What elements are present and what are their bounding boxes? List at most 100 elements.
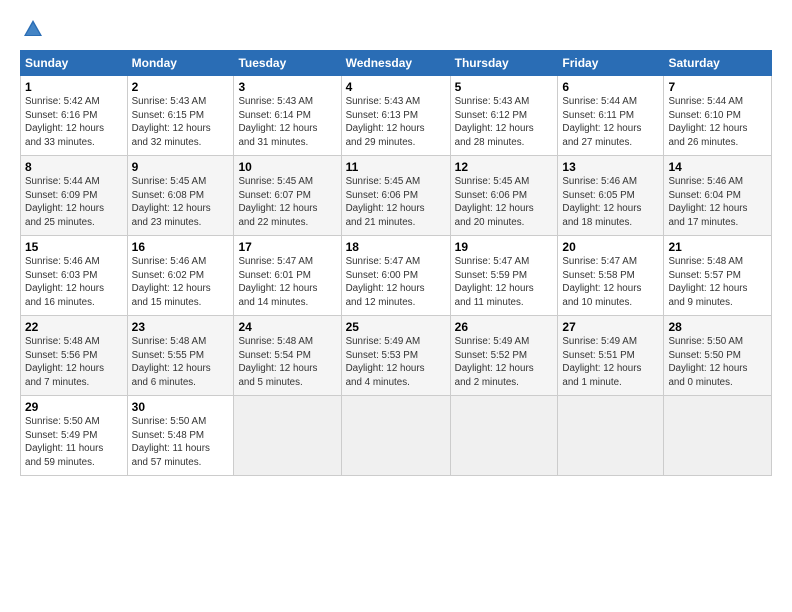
day-number: 2	[132, 80, 230, 94]
day-info: Sunrise: 5:47 AM Sunset: 5:58 PM Dayligh…	[562, 255, 659, 309]
day-info: Sunrise: 5:44 AM Sunset: 6:11 PM Dayligh…	[562, 95, 659, 149]
day-info: Sunrise: 5:49 AM Sunset: 5:51 PM Dayligh…	[562, 335, 659, 389]
day-of-week-header: Saturday	[664, 51, 772, 76]
day-info: Sunrise: 5:48 AM Sunset: 5:55 PM Dayligh…	[132, 335, 230, 389]
day-info: Sunrise: 5:47 AM Sunset: 5:59 PM Dayligh…	[455, 255, 554, 309]
day-info: Sunrise: 5:45 AM Sunset: 6:08 PM Dayligh…	[132, 175, 230, 229]
day-number: 11	[346, 160, 446, 174]
day-number: 30	[132, 400, 230, 414]
calendar-cell: 20Sunrise: 5:47 AM Sunset: 5:58 PM Dayli…	[558, 236, 664, 316]
day-info: Sunrise: 5:45 AM Sunset: 6:07 PM Dayligh…	[238, 175, 336, 229]
day-number: 22	[25, 320, 123, 334]
calendar-week-row: 8Sunrise: 5:44 AM Sunset: 6:09 PM Daylig…	[21, 156, 772, 236]
day-of-week-header: Sunday	[21, 51, 128, 76]
day-info: Sunrise: 5:43 AM Sunset: 6:14 PM Dayligh…	[238, 95, 336, 149]
calendar-cell	[450, 396, 558, 476]
calendar-cell: 28Sunrise: 5:50 AM Sunset: 5:50 PM Dayli…	[664, 316, 772, 396]
day-number: 8	[25, 160, 123, 174]
day-of-week-header: Tuesday	[234, 51, 341, 76]
day-info: Sunrise: 5:48 AM Sunset: 5:57 PM Dayligh…	[668, 255, 767, 309]
calendar-cell: 21Sunrise: 5:48 AM Sunset: 5:57 PM Dayli…	[664, 236, 772, 316]
calendar-week-row: 29Sunrise: 5:50 AM Sunset: 5:49 PM Dayli…	[21, 396, 772, 476]
day-info: Sunrise: 5:48 AM Sunset: 5:56 PM Dayligh…	[25, 335, 123, 389]
day-number: 14	[668, 160, 767, 174]
calendar-cell: 24Sunrise: 5:48 AM Sunset: 5:54 PM Dayli…	[234, 316, 341, 396]
day-number: 25	[346, 320, 446, 334]
calendar-cell: 12Sunrise: 5:45 AM Sunset: 6:06 PM Dayli…	[450, 156, 558, 236]
calendar-cell: 27Sunrise: 5:49 AM Sunset: 5:51 PM Dayli…	[558, 316, 664, 396]
day-number: 3	[238, 80, 336, 94]
calendar-cell: 29Sunrise: 5:50 AM Sunset: 5:49 PM Dayli…	[21, 396, 128, 476]
day-number: 28	[668, 320, 767, 334]
calendar-cell: 3Sunrise: 5:43 AM Sunset: 6:14 PM Daylig…	[234, 76, 341, 156]
calendar-header-row: SundayMondayTuesdayWednesdayThursdayFrid…	[21, 51, 772, 76]
calendar-cell: 8Sunrise: 5:44 AM Sunset: 6:09 PM Daylig…	[21, 156, 128, 236]
calendar-week-row: 15Sunrise: 5:46 AM Sunset: 6:03 PM Dayli…	[21, 236, 772, 316]
calendar-cell	[558, 396, 664, 476]
day-info: Sunrise: 5:47 AM Sunset: 6:01 PM Dayligh…	[238, 255, 336, 309]
day-number: 1	[25, 80, 123, 94]
day-info: Sunrise: 5:43 AM Sunset: 6:13 PM Dayligh…	[346, 95, 446, 149]
day-number: 19	[455, 240, 554, 254]
day-info: Sunrise: 5:50 AM Sunset: 5:49 PM Dayligh…	[25, 415, 123, 469]
day-info: Sunrise: 5:46 AM Sunset: 6:02 PM Dayligh…	[132, 255, 230, 309]
calendar-cell: 9Sunrise: 5:45 AM Sunset: 6:08 PM Daylig…	[127, 156, 234, 236]
day-info: Sunrise: 5:49 AM Sunset: 5:53 PM Dayligh…	[346, 335, 446, 389]
day-number: 26	[455, 320, 554, 334]
calendar-cell: 1Sunrise: 5:42 AM Sunset: 6:16 PM Daylig…	[21, 76, 128, 156]
day-number: 23	[132, 320, 230, 334]
day-number: 17	[238, 240, 336, 254]
calendar-cell: 25Sunrise: 5:49 AM Sunset: 5:53 PM Dayli…	[341, 316, 450, 396]
calendar-cell: 10Sunrise: 5:45 AM Sunset: 6:07 PM Dayli…	[234, 156, 341, 236]
calendar-cell: 4Sunrise: 5:43 AM Sunset: 6:13 PM Daylig…	[341, 76, 450, 156]
day-number: 24	[238, 320, 336, 334]
calendar-page: SundayMondayTuesdayWednesdayThursdayFrid…	[0, 0, 792, 486]
calendar-cell	[341, 396, 450, 476]
calendar-cell: 2Sunrise: 5:43 AM Sunset: 6:15 PM Daylig…	[127, 76, 234, 156]
day-number: 7	[668, 80, 767, 94]
day-of-week-header: Wednesday	[341, 51, 450, 76]
calendar-cell	[234, 396, 341, 476]
calendar-table: SundayMondayTuesdayWednesdayThursdayFrid…	[20, 50, 772, 476]
day-info: Sunrise: 5:50 AM Sunset: 5:50 PM Dayligh…	[668, 335, 767, 389]
day-info: Sunrise: 5:45 AM Sunset: 6:06 PM Dayligh…	[346, 175, 446, 229]
calendar-cell: 18Sunrise: 5:47 AM Sunset: 6:00 PM Dayli…	[341, 236, 450, 316]
calendar-cell: 23Sunrise: 5:48 AM Sunset: 5:55 PM Dayli…	[127, 316, 234, 396]
day-of-week-header: Friday	[558, 51, 664, 76]
calendar-cell: 15Sunrise: 5:46 AM Sunset: 6:03 PM Dayli…	[21, 236, 128, 316]
day-number: 21	[668, 240, 767, 254]
day-number: 16	[132, 240, 230, 254]
day-number: 29	[25, 400, 123, 414]
day-info: Sunrise: 5:42 AM Sunset: 6:16 PM Dayligh…	[25, 95, 123, 149]
calendar-cell: 22Sunrise: 5:48 AM Sunset: 5:56 PM Dayli…	[21, 316, 128, 396]
calendar-cell: 19Sunrise: 5:47 AM Sunset: 5:59 PM Dayli…	[450, 236, 558, 316]
day-number: 5	[455, 80, 554, 94]
day-number: 13	[562, 160, 659, 174]
calendar-cell: 11Sunrise: 5:45 AM Sunset: 6:06 PM Dayli…	[341, 156, 450, 236]
day-of-week-header: Thursday	[450, 51, 558, 76]
day-info: Sunrise: 5:43 AM Sunset: 6:12 PM Dayligh…	[455, 95, 554, 149]
day-of-week-header: Monday	[127, 51, 234, 76]
logo	[20, 18, 44, 40]
calendar-cell: 14Sunrise: 5:46 AM Sunset: 6:04 PM Dayli…	[664, 156, 772, 236]
day-info: Sunrise: 5:50 AM Sunset: 5:48 PM Dayligh…	[132, 415, 230, 469]
day-number: 12	[455, 160, 554, 174]
calendar-cell: 13Sunrise: 5:46 AM Sunset: 6:05 PM Dayli…	[558, 156, 664, 236]
calendar-cell: 5Sunrise: 5:43 AM Sunset: 6:12 PM Daylig…	[450, 76, 558, 156]
calendar-week-row: 1Sunrise: 5:42 AM Sunset: 6:16 PM Daylig…	[21, 76, 772, 156]
logo-icon	[22, 18, 44, 40]
day-number: 20	[562, 240, 659, 254]
day-info: Sunrise: 5:48 AM Sunset: 5:54 PM Dayligh…	[238, 335, 336, 389]
day-number: 15	[25, 240, 123, 254]
day-number: 18	[346, 240, 446, 254]
calendar-week-row: 22Sunrise: 5:48 AM Sunset: 5:56 PM Dayli…	[21, 316, 772, 396]
calendar-cell: 16Sunrise: 5:46 AM Sunset: 6:02 PM Dayli…	[127, 236, 234, 316]
day-info: Sunrise: 5:49 AM Sunset: 5:52 PM Dayligh…	[455, 335, 554, 389]
calendar-cell: 7Sunrise: 5:44 AM Sunset: 6:10 PM Daylig…	[664, 76, 772, 156]
day-info: Sunrise: 5:46 AM Sunset: 6:04 PM Dayligh…	[668, 175, 767, 229]
calendar-cell: 30Sunrise: 5:50 AM Sunset: 5:48 PM Dayli…	[127, 396, 234, 476]
calendar-cell: 6Sunrise: 5:44 AM Sunset: 6:11 PM Daylig…	[558, 76, 664, 156]
day-info: Sunrise: 5:46 AM Sunset: 6:03 PM Dayligh…	[25, 255, 123, 309]
calendar-cell: 26Sunrise: 5:49 AM Sunset: 5:52 PM Dayli…	[450, 316, 558, 396]
calendar-cell: 17Sunrise: 5:47 AM Sunset: 6:01 PM Dayli…	[234, 236, 341, 316]
